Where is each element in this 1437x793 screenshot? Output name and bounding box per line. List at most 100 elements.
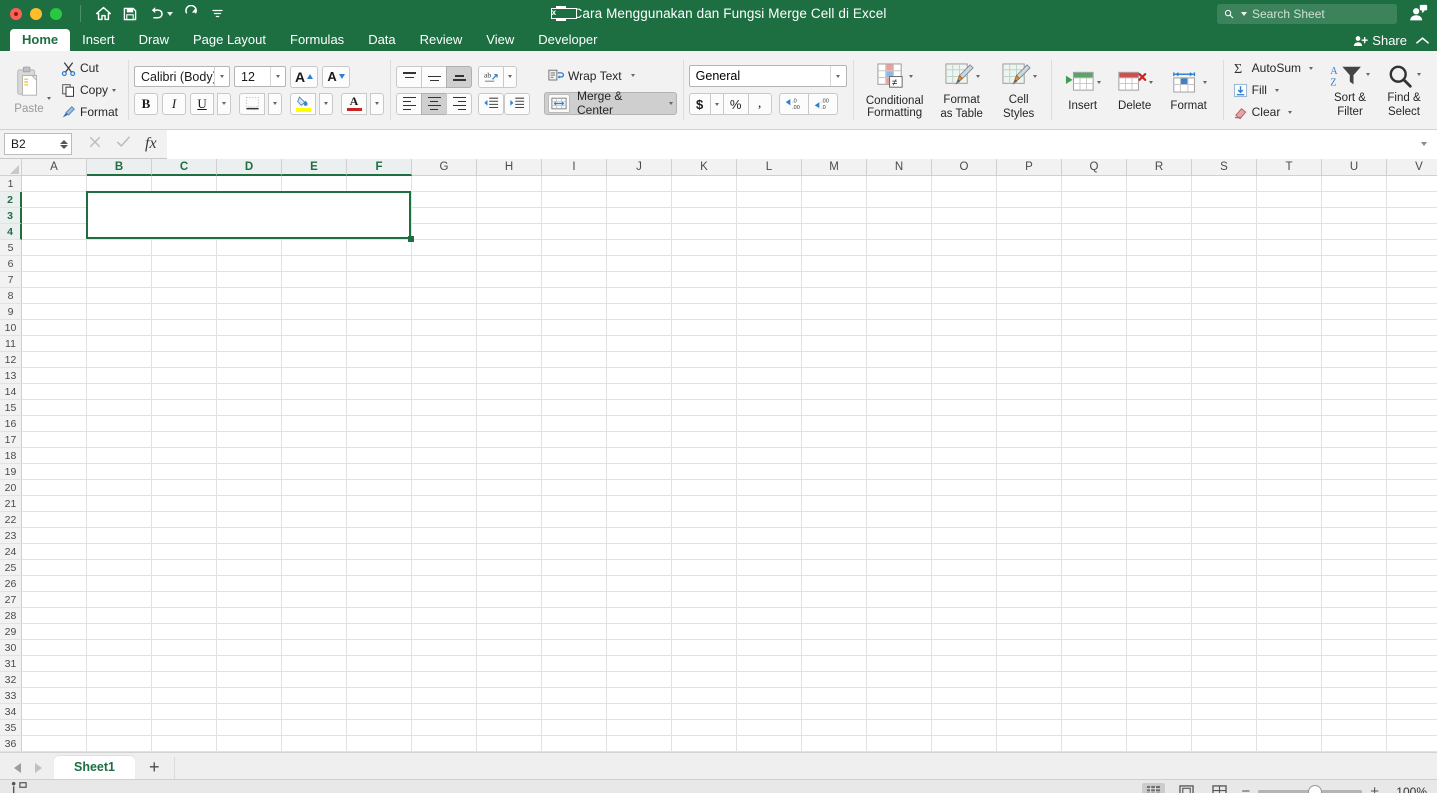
row-header-2[interactable]: 2: [0, 192, 22, 208]
page-setup-icon[interactable]: [10, 781, 28, 793]
row-header-24[interactable]: 24: [0, 544, 22, 560]
window-controls[interactable]: [0, 7, 62, 20]
format-as-table-dropdown-icon[interactable]: [975, 74, 980, 78]
row-header-12[interactable]: 12: [0, 352, 22, 368]
font-size-dropdown-icon[interactable]: [270, 67, 285, 86]
number-format-dropdown-icon[interactable]: [829, 66, 846, 86]
page-layout-view-button[interactable]: [1175, 783, 1198, 793]
row-header-28[interactable]: 28: [0, 608, 22, 624]
row-header-7[interactable]: 7: [0, 272, 22, 288]
font-family-dropdown-icon[interactable]: [214, 67, 229, 86]
decrease-decimal-button[interactable]: .00 .0: [807, 93, 838, 115]
paste-button[interactable]: Paste: [8, 65, 50, 115]
select-all-button[interactable]: [0, 159, 22, 176]
clear-button[interactable]: Clear: [1229, 102, 1317, 122]
decrease-indent-button[interactable]: [478, 92, 505, 115]
prev-sheet-icon[interactable]: [14, 763, 21, 773]
italic-button[interactable]: I: [162, 92, 187, 115]
zoom-in-button[interactable]: +: [1370, 784, 1379, 793]
tab-view[interactable]: View: [474, 29, 526, 51]
align-bottom-button[interactable]: [446, 65, 473, 88]
tab-insert[interactable]: Insert: [70, 29, 127, 51]
align-left-button[interactable]: [396, 92, 423, 115]
conditional-formatting-dropdown-icon[interactable]: [909, 75, 914, 78]
fx-icon[interactable]: fx: [145, 135, 157, 153]
currency-dropdown-icon[interactable]: [709, 93, 724, 115]
confirm-icon[interactable]: [116, 135, 131, 153]
column-header-s[interactable]: S: [1192, 159, 1257, 176]
conditional-formatting-button[interactable]: ≠ Conditional Formatting: [859, 61, 931, 119]
save-icon[interactable]: [118, 3, 142, 25]
find-select-button[interactable]: Find & Select: [1377, 62, 1431, 118]
merge-center-dropdown-icon[interactable]: [668, 101, 673, 105]
underline-dropdown-icon[interactable]: [217, 92, 232, 115]
column-header-n[interactable]: N: [867, 159, 932, 176]
column-header-q[interactable]: Q: [1062, 159, 1127, 176]
row-header-20[interactable]: 20: [0, 480, 22, 496]
copy-dropdown-icon[interactable]: [112, 88, 117, 92]
format-cells-dropdown-icon[interactable]: [1202, 80, 1207, 84]
undo-dropdown-icon[interactable]: [167, 11, 173, 16]
copy-button[interactable]: Copy: [57, 80, 122, 100]
row-header-16[interactable]: 16: [0, 416, 22, 432]
row-header-23[interactable]: 23: [0, 528, 22, 544]
orientation-button[interactable]: ab: [478, 65, 505, 88]
search-sheet-box[interactable]: [1217, 4, 1397, 24]
autosum-dropdown-icon[interactable]: [1309, 66, 1313, 70]
column-header-u[interactable]: U: [1322, 159, 1387, 176]
next-sheet-icon[interactable]: [35, 763, 42, 773]
sheet-tab-sheet1[interactable]: Sheet1: [54, 756, 135, 779]
row-header-21[interactable]: 21: [0, 496, 22, 512]
column-header-f[interactable]: F: [347, 159, 412, 176]
row-header-9[interactable]: 9: [0, 304, 22, 320]
font-color-dropdown-icon[interactable]: [370, 92, 385, 115]
row-header-1[interactable]: 1: [0, 176, 22, 192]
tab-developer[interactable]: Developer: [526, 29, 609, 51]
row-header-14[interactable]: 14: [0, 384, 22, 400]
row-header-19[interactable]: 19: [0, 464, 22, 480]
name-box[interactable]: B2: [4, 133, 72, 155]
align-right-button[interactable]: [446, 92, 473, 115]
row-header-8[interactable]: 8: [0, 288, 22, 304]
number-format-combo[interactable]: General: [688, 65, 847, 87]
fill-color-dropdown-icon[interactable]: [319, 92, 334, 115]
cancel-icon[interactable]: [88, 135, 102, 153]
row-header-34[interactable]: 34: [0, 704, 22, 720]
column-header-t[interactable]: T: [1257, 159, 1322, 176]
sort-filter-dropdown-icon[interactable]: [1366, 73, 1370, 76]
paste-dropdown-icon[interactable]: [47, 96, 51, 100]
row-header-27[interactable]: 27: [0, 592, 22, 608]
undo-icon[interactable]: [144, 3, 177, 25]
row-header-35[interactable]: 35: [0, 720, 22, 736]
insert-cells-button[interactable]: Insert: [1057, 69, 1109, 112]
format-as-table-button[interactable]: Format as Table: [931, 61, 993, 120]
zoom-out-button[interactable]: −: [1241, 784, 1250, 793]
decrease-font-size-button[interactable]: A: [322, 65, 351, 88]
row-header-10[interactable]: 10: [0, 320, 22, 336]
tab-page-layout[interactable]: Page Layout: [181, 29, 278, 51]
column-header-j[interactable]: J: [607, 159, 672, 176]
tab-formulas[interactable]: Formulas: [278, 29, 356, 51]
expand-formula-bar-icon[interactable]: [1411, 129, 1437, 159]
zoom-level-label[interactable]: 100%: [1389, 785, 1427, 793]
row-header-17[interactable]: 17: [0, 432, 22, 448]
page-break-view-button[interactable]: [1208, 783, 1231, 793]
row-header-31[interactable]: 31: [0, 656, 22, 672]
redo-icon[interactable]: [179, 3, 204, 25]
close-window-button[interactable]: [10, 7, 22, 20]
tab-data[interactable]: Data: [356, 29, 407, 51]
find-select-dropdown-icon[interactable]: [1417, 73, 1421, 76]
customize-toolbar-icon[interactable]: [206, 3, 229, 25]
row-header-33[interactable]: 33: [0, 688, 22, 704]
borders-dropdown-icon[interactable]: [268, 92, 283, 115]
row-header-26[interactable]: 26: [0, 576, 22, 592]
column-header-p[interactable]: P: [997, 159, 1062, 176]
sheet-nav-arrows[interactable]: [0, 763, 54, 779]
zoom-knob[interactable]: [1308, 784, 1323, 793]
align-middle-button[interactable]: [421, 65, 448, 88]
autosum-button[interactable]: Σ AutoSum: [1229, 58, 1317, 78]
column-header-m[interactable]: M: [802, 159, 867, 176]
font-family-combo[interactable]: Calibri (Body): [134, 66, 231, 87]
percent-format-button[interactable]: %: [722, 93, 749, 115]
wrap-text-button[interactable]: Wrap Text: [544, 66, 677, 86]
